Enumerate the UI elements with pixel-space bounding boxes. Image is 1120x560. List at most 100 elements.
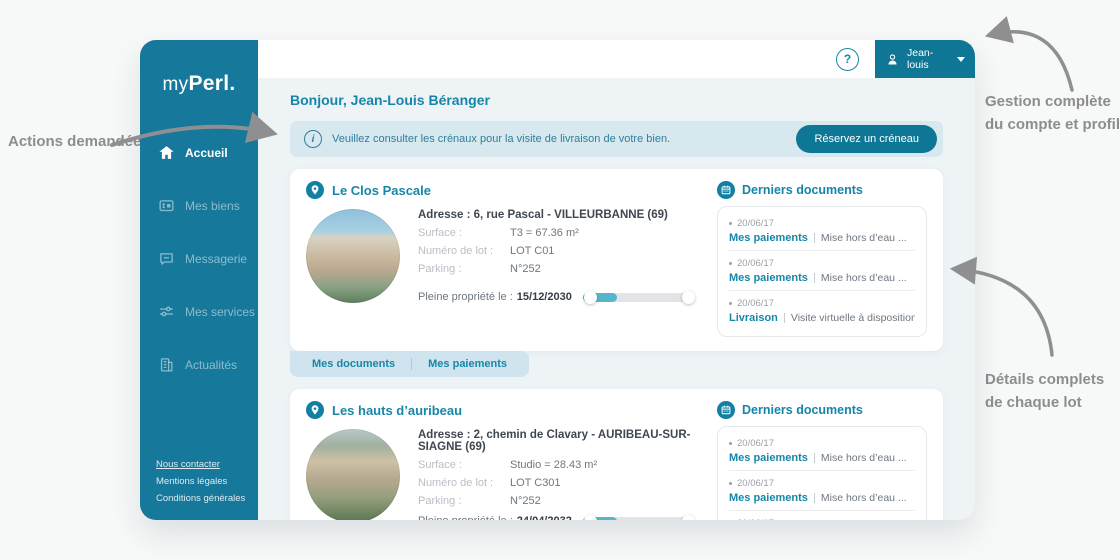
sidebar-item-label: Mes biens: [185, 198, 240, 213]
property-header: Les hauts d’auribeau: [306, 401, 701, 419]
document-desc: Mise hors d’eau ...: [820, 452, 907, 464]
document-line: Livraison Visite virtuelle à disposition: [729, 312, 915, 324]
document-entry[interactable]: 20/06/17 Livraison Visite virtuelle à di…: [729, 290, 915, 330]
user-name: Jean-louis: [907, 47, 934, 71]
reserve-slot-button[interactable]: Réservez un créneau: [796, 125, 937, 153]
calendar-icon: [717, 401, 735, 419]
sidebar-item-label: Messagerie: [185, 251, 248, 266]
annotation-gestion-compte: Gestion complète du compte et profil: [985, 93, 1120, 134]
document-line: Mes paiements Mise hors d’eau ...: [729, 232, 915, 244]
property-body: Adresse : 6, rue Pascal - VILLEURBANNE (…: [306, 209, 701, 304]
property-address: Adresse : 2, chemin de Clavary - AURIBEA…: [418, 429, 691, 453]
annotation-actions-demandees: Actions demandées: [8, 133, 150, 150]
field-value: LOT C301: [510, 477, 561, 489]
property-photo: [306, 209, 400, 303]
document-line: Mes paiements Mise hors d’eau ...: [729, 492, 915, 504]
link-mentions-legales[interactable]: Mentions légales: [156, 476, 245, 487]
field-surface: Surface : T3 = 67.36 m²: [418, 227, 701, 239]
document-date-row: 20/06/17: [729, 218, 915, 229]
field-value: LOT C01: [510, 245, 555, 257]
property-card: Les hauts d’auribeau Adresse : 2, chemin…: [290, 389, 943, 520]
document-entry[interactable]: 20/06/17 Mes paiements Mise hors d’eau .…: [729, 250, 915, 290]
sidebar-item-mes-services[interactable]: Mes services: [158, 303, 258, 320]
property-address: Adresse : 6, rue Pascal - VILLEURBANNE (…: [418, 209, 668, 221]
document-entry[interactable]: 20/06/17 Mes paiements Mise hors d’eau .…: [729, 435, 915, 470]
property-details: Adresse : 2, chemin de Clavary - AURIBEA…: [418, 429, 701, 520]
ownership-row: Pleine propriété le : 24/04/2032: [418, 507, 701, 520]
tab-mes-documents[interactable]: Mes documents: [296, 358, 411, 370]
help-icon: ?: [843, 52, 852, 66]
field-label: Numéro de lot :: [418, 245, 494, 257]
link-nous-contacter[interactable]: Nous contacter: [156, 459, 245, 470]
documents-header: Derniers documents: [717, 181, 927, 199]
field-lot: Numéro de lot : LOT C301: [418, 477, 701, 489]
app-logo: myPerl.: [140, 40, 258, 96]
field-parking: Parking : N°252: [418, 495, 701, 507]
sliders-icon: [160, 306, 173, 317]
document-category: Mes paiements: [729, 272, 808, 284]
sidebar-item-label: Accueil: [185, 145, 228, 160]
document-category: Livraison: [729, 312, 778, 324]
sidebar-item-messagerie[interactable]: Messagerie: [158, 250, 258, 267]
property-details: Adresse : 6, rue Pascal - VILLEURBANNE (…: [418, 209, 701, 304]
id-card-icon: [159, 200, 174, 212]
field-value: N°252: [510, 495, 541, 507]
tab-mes-paiements[interactable]: Mes paiements: [412, 358, 523, 370]
banner-text: Veuillez consulter les crénaux pour la v…: [332, 133, 671, 145]
document-date-row: 20/06/17: [729, 298, 915, 309]
link-conditions-generales[interactable]: Conditions générales: [156, 493, 245, 504]
home-icon: [159, 146, 174, 159]
document-date: 20/06/17: [737, 218, 774, 229]
app-window: myPerl. Accueil Mes biens Messagerie Mes…: [140, 40, 975, 520]
sidebar: myPerl. Accueil Mes biens Messagerie Mes…: [140, 40, 258, 520]
topbar: ? Jean-louis: [258, 40, 975, 78]
ownership-label: Pleine propriété le :: [418, 515, 513, 520]
field-surface: Surface : Studio = 28.43 m²: [418, 459, 701, 471]
logo-prefix: my: [162, 74, 189, 95]
document-category: Mes paiements: [729, 492, 808, 504]
ownership-label: Pleine propriété le :: [418, 291, 513, 303]
documents-panel: Derniers documents 20/06/17 Mes paiement…: [717, 401, 927, 520]
documents-panel: Derniers documents 20/06/17 Mes paiement…: [717, 181, 927, 337]
calendar-icon: [717, 181, 735, 199]
document-entry[interactable]: 20/06/17 Mes paiements Mise hors d’eau .…: [729, 215, 915, 250]
bullet-dot: [729, 302, 732, 305]
property-body: Adresse : 2, chemin de Clavary - AURIBEA…: [306, 429, 701, 520]
documents-title: Derniers documents: [742, 403, 863, 417]
document-date: 20/06/17: [737, 298, 774, 309]
separator: [813, 233, 815, 243]
property-info: Le Clos Pascale Adresse : 6, rue Pascal …: [306, 181, 701, 337]
document-date: 20/06/17: [737, 518, 774, 520]
slider-handle-left: [584, 290, 597, 304]
document-entry[interactable]: 20/06/17 Mes paiements Mise hors d’eau .…: [729, 470, 915, 510]
separator: [813, 493, 815, 503]
ownership-row: Pleine propriété le : 15/12/2030: [418, 283, 701, 304]
chevron-down-icon: [957, 56, 965, 62]
page-title: Bonjour, Jean-Louis Béranger: [290, 92, 490, 108]
sidebar-item-accueil[interactable]: Accueil: [158, 144, 258, 161]
field-parking: Parking : N°252: [418, 263, 701, 275]
document-category: Mes paiements: [729, 232, 808, 244]
document-line: Mes paiements Mise hors d’eau ...: [729, 452, 915, 464]
user-menu[interactable]: Jean-louis: [875, 40, 975, 78]
field-label: Numéro de lot :: [418, 477, 494, 489]
document-desc: Mise hors d’eau ...: [820, 272, 907, 284]
field-value: Studio = 28.43 m²: [510, 459, 598, 471]
bullet-dot: [729, 262, 732, 265]
document-line: Mes paiements Mise hors d’eau ...: [729, 272, 915, 284]
separator: [813, 273, 815, 283]
document-category: Mes paiements: [729, 452, 808, 464]
sidebar-item-actualites[interactable]: Actualités: [158, 356, 258, 373]
property-info: Les hauts d’auribeau Adresse : 2, chemin…: [306, 401, 701, 520]
main-content: Bonjour, Jean-Louis Béranger i Veuillez …: [258, 78, 975, 520]
sidebar-footer: Nous contacter Mentions légales Conditio…: [156, 459, 245, 504]
document-date: 20/06/17: [737, 478, 774, 489]
document-desc: Visite virtuelle à disposition: [790, 312, 915, 324]
field-label: Parking :: [418, 495, 462, 507]
slider-handle-right: [682, 290, 695, 304]
property-name: Les hauts d’auribeau: [332, 402, 463, 418]
sidebar-item-mes-biens[interactable]: Mes biens: [158, 197, 258, 214]
help-button[interactable]: ?: [836, 47, 859, 71]
sidebar-nav: Accueil Mes biens Messagerie Mes service…: [140, 144, 258, 373]
document-entry[interactable]: 20/06/17 Livraison Visite virtuelle à di…: [729, 510, 915, 520]
